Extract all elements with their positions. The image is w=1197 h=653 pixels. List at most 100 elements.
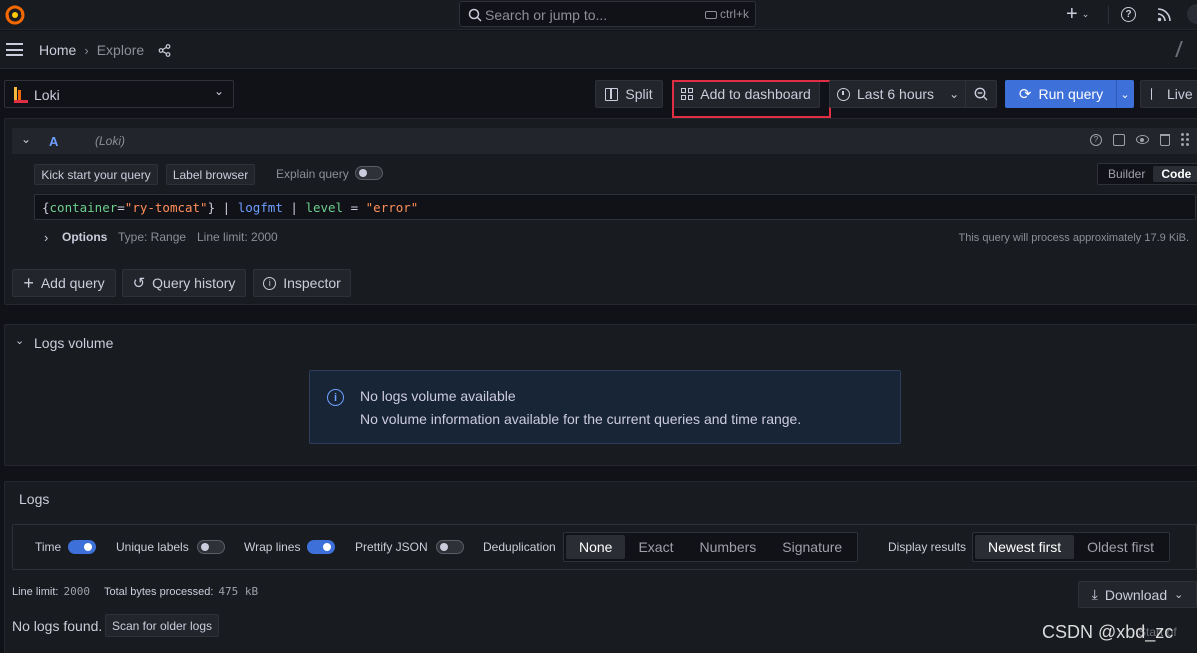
- zoom-out-button[interactable]: [965, 80, 997, 108]
- breadcrumb-current: Explore: [96, 42, 145, 58]
- eye-icon[interactable]: [1136, 135, 1149, 144]
- query-options-row[interactable]: › Options Type: Range Line limit: 2000 T…: [34, 226, 1196, 250]
- options-line-limit: Line limit: 2000: [197, 230, 278, 244]
- info-circle-icon: i: [263, 276, 277, 290]
- query-ref-id[interactable]: A: [49, 134, 58, 149]
- time-toggle[interactable]: [68, 540, 96, 554]
- deduplication-label: Deduplication: [483, 540, 556, 554]
- query-history-button[interactable]: ↺ Query history: [122, 269, 246, 297]
- dedup-option-none[interactable]: None: [566, 535, 626, 559]
- split-button[interactable]: Split: [595, 80, 663, 108]
- logs-title: Logs: [19, 491, 50, 507]
- line-limit-value: 2000: [63, 585, 90, 598]
- collapse-handle[interactable]: [1175, 41, 1183, 57]
- copy-icon[interactable]: [1113, 133, 1125, 146]
- download-icon: ⤓: [1091, 586, 1098, 602]
- time-range-picker[interactable]: Last 6 hours ⌄: [829, 80, 966, 108]
- chevron-down-icon[interactable]: ⌄: [21, 132, 31, 146]
- help-icon[interactable]: ?: [1090, 133, 1102, 146]
- query-token: logfmt: [237, 200, 283, 215]
- user-avatar[interactable]: [1187, 4, 1197, 24]
- query-expression-input[interactable]: {container="ry-tomcat"} | logfmt | level…: [34, 194, 1196, 220]
- drag-handle-icon[interactable]: [1181, 133, 1189, 146]
- nav-bar: Home › Explore: [0, 31, 1197, 69]
- news-rss-icon[interactable]: [1157, 8, 1171, 22]
- query-token: "ry-tomcat": [124, 200, 208, 215]
- no-volume-alert: i No logs volume available No volume inf…: [309, 370, 901, 444]
- explain-query-toggle[interactable]: [355, 166, 383, 180]
- scan-older-logs-button[interactable]: Scan for older logs: [105, 614, 219, 637]
- trash-icon[interactable]: [1160, 133, 1170, 146]
- editor-mode-switch: Builder Code: [1097, 163, 1197, 185]
- alert-title: No logs volume available: [360, 388, 516, 404]
- logs-volume-panel: ⌄ Logs volume i No logs volume available…: [4, 324, 1197, 466]
- highlight-box: [672, 80, 831, 118]
- chevron-down-icon[interactable]: ⌄: [15, 334, 24, 347]
- explain-query-label: Explain query: [276, 167, 349, 181]
- new-menu-button[interactable]: + ⌄: [1066, 4, 1096, 24]
- run-query-button[interactable]: ⟳ Run query: [1005, 80, 1117, 108]
- datasource-picker[interactable]: Loki ⌄: [4, 80, 234, 108]
- chevron-down-icon: ⌄: [949, 87, 960, 101]
- wrap-lines-toggle[interactable]: [307, 540, 335, 554]
- kick-start-button[interactable]: Kick start your query: [34, 164, 158, 185]
- query-token: |: [282, 200, 306, 215]
- divider: [1108, 6, 1109, 24]
- logs-volume-title[interactable]: Logs volume: [34, 335, 113, 351]
- code-mode-option[interactable]: Code: [1153, 166, 1197, 182]
- loki-icon: [14, 87, 28, 103]
- dedup-option-numbers[interactable]: Numbers: [686, 535, 769, 559]
- inspector-button[interactable]: i Inspector: [253, 269, 351, 297]
- query-token: {: [42, 200, 50, 215]
- line-limit-label: Line limit:: [12, 585, 59, 598]
- query-token: =: [117, 200, 125, 215]
- menu-icon[interactable]: [6, 43, 23, 56]
- plus-icon: +: [23, 273, 34, 293]
- dedup-option-exact[interactable]: Exact: [625, 535, 686, 559]
- query-row-actions: ?: [1090, 133, 1189, 146]
- datasource-name: Loki: [34, 87, 60, 103]
- deduplication-options: None Exact Numbers Signature: [563, 532, 859, 562]
- dedup-option-signature[interactable]: Signature: [769, 535, 855, 559]
- top-bar: Search or jump to... ctrl+k + ⌄ ?: [0, 0, 1197, 30]
- share-icon[interactable]: [158, 43, 171, 57]
- search-input[interactable]: Search or jump to... ctrl+k: [459, 1, 756, 27]
- history-icon: ↺: [132, 275, 146, 292]
- query-token: =: [343, 200, 366, 215]
- logs-meta: Line limit: 2000 Total bytes processed: …: [12, 585, 258, 598]
- add-query-button[interactable]: + Add query: [12, 269, 116, 297]
- bytes-processed-label: Total bytes processed:: [103, 585, 214, 598]
- split-icon: [605, 87, 619, 101]
- label-browser-button[interactable]: Label browser: [166, 164, 255, 185]
- chevron-down-icon: ⌄: [213, 84, 224, 98]
- query-process-info: This query will process approximately 17…: [958, 232, 1189, 244]
- options-type: Type: Range: [118, 230, 187, 244]
- clock-icon: [837, 87, 850, 101]
- grafana-logo-icon[interactable]: [4, 4, 26, 26]
- help-icon[interactable]: ?: [1121, 7, 1136, 22]
- run-query-interval-dropdown[interactable]: ⌄: [1116, 80, 1134, 108]
- builder-mode-option[interactable]: Builder: [1100, 166, 1153, 182]
- order-newest-first[interactable]: Newest first: [975, 535, 1075, 559]
- breadcrumb-home[interactable]: Home: [39, 42, 76, 58]
- query-token: level: [305, 200, 344, 215]
- display-order-options: Newest first Oldest first: [972, 532, 1171, 562]
- unique-labels-label: Unique labels: [116, 540, 189, 554]
- plus-icon: +: [1066, 3, 1078, 25]
- chevron-right-icon: ›: [44, 230, 49, 245]
- wrap-lines-label: Wrap lines: [244, 540, 301, 554]
- time-label: Time: [35, 540, 62, 554]
- live-button[interactable]: Live: [1140, 80, 1197, 108]
- order-oldest-first[interactable]: Oldest first: [1074, 535, 1167, 559]
- display-results-label: Display results: [888, 540, 967, 554]
- chevron-right-icon: ›: [84, 42, 89, 58]
- search-shortcut: ctrl+k: [704, 7, 749, 21]
- query-token: "error": [365, 200, 419, 215]
- unique-labels-toggle[interactable]: [197, 540, 225, 554]
- chevron-down-icon: ⌄: [1120, 88, 1130, 101]
- download-button[interactable]: ⤓ Download ⌄: [1078, 581, 1197, 608]
- zoom-out-icon: [974, 87, 988, 101]
- breadcrumb: Home › Explore: [39, 42, 171, 58]
- watermark: CSDN @xbd_zc: [1042, 622, 1174, 642]
- prettify-json-toggle[interactable]: [436, 540, 464, 554]
